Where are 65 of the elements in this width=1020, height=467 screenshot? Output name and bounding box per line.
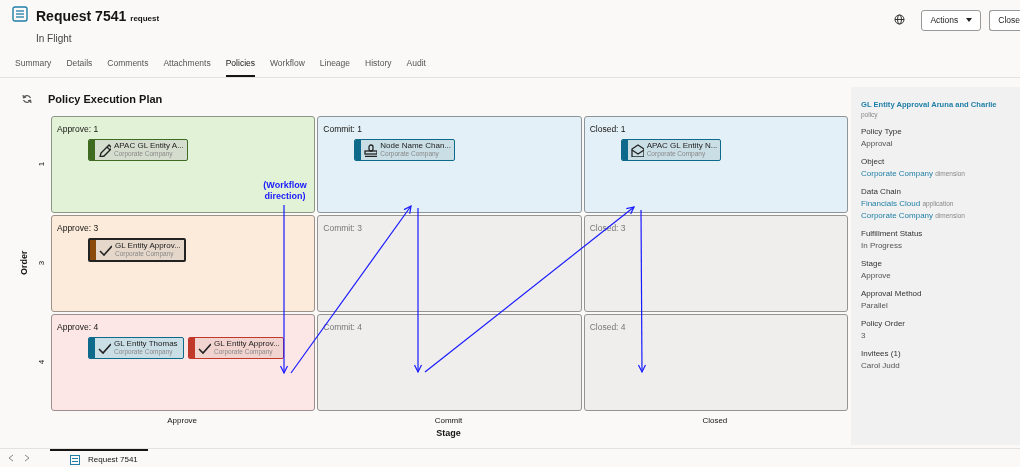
field-value: Carol Judd — [861, 361, 900, 371]
value-link[interactable]: Corporate Company — [861, 211, 934, 221]
axis-label: Closed — [702, 415, 728, 425]
axis-label: Commit — [434, 415, 463, 425]
field-value: Approve — [861, 271, 891, 281]
axis-title: Stage — [436, 427, 461, 438]
request-tab[interactable]: Request 7541 — [50, 449, 148, 467]
field-label: Stage — [861, 258, 883, 271]
tab[interactable]: Policies — [225, 51, 255, 77]
axis-label: Approve — [167, 415, 198, 425]
tab[interactable]: Comments — [107, 51, 149, 77]
cell-title: Commit: 1 — [323, 123, 363, 134]
chip-title: APAC GL Entity A... — [114, 139, 184, 151]
cell-title: Approve: 1 — [57, 123, 99, 134]
envelope-icon — [629, 142, 644, 157]
chip-title: GL Entity Thomas — [114, 337, 178, 349]
tab[interactable]: Details — [66, 51, 93, 77]
tab[interactable]: Audit — [406, 51, 426, 77]
document-icon — [12, 6, 28, 22]
close-button[interactable]: Close — [989, 10, 1020, 31]
refresh-icon[interactable] — [22, 94, 32, 105]
field-value: Approval — [861, 139, 893, 149]
field-value: In Progress — [861, 241, 902, 251]
tab[interactable]: Lineage — [319, 51, 351, 77]
type-label: request — [130, 13, 160, 25]
cell-title: Closed: 4 — [589, 321, 626, 332]
cell-title: Approve: 4 — [57, 321, 99, 332]
axis-tick: 1 — [36, 161, 47, 167]
cell-title: Closed: 1 — [589, 123, 626, 134]
value-link[interactable]: Corporate Company — [861, 169, 934, 179]
document-icon — [70, 455, 80, 465]
value-link[interactable]: Financials Cloud — [861, 199, 921, 209]
back-icon[interactable] — [8, 454, 14, 462]
chip-title: APAC GL Entity N... — [646, 139, 718, 151]
axis-tick: 3 — [36, 260, 47, 266]
axis-title: Order — [17, 250, 30, 276]
tab[interactable]: History — [365, 51, 392, 77]
tab[interactable]: Summary — [15, 51, 52, 77]
annotation-text: (Workflow direction) — [262, 180, 308, 202]
stamp-icon — [363, 142, 378, 157]
chip-title: GL Entity Approv... — [214, 337, 280, 349]
page-title: Request 7541 — [36, 7, 127, 26]
cell-title: Approve: 3 — [57, 222, 99, 233]
field-value: Parallel — [861, 301, 888, 311]
tab[interactable]: Workflow — [270, 51, 305, 77]
field-label: Policy Order — [861, 318, 906, 331]
field-label: Policy Type — [861, 126, 903, 139]
field-label: Approval Method — [861, 288, 923, 301]
caret-icon — [966, 18, 973, 23]
section-title: Policy Execution Plan — [48, 92, 163, 107]
chip-title: Node Name Chan... — [380, 139, 452, 151]
axis-tick: 4 — [36, 359, 47, 365]
cell-title: Commit: 3 — [323, 222, 363, 233]
field-label: Invitees (1) — [861, 348, 902, 361]
field-label: Fulfillment Status — [861, 228, 924, 241]
globe-icon[interactable] — [894, 14, 906, 25]
forward-icon[interactable] — [24, 454, 30, 462]
actions-button[interactable]: Actions — [921, 10, 982, 31]
field-value: 3 — [861, 331, 866, 341]
tab[interactable]: Attachments — [163, 51, 211, 77]
field-label: Object — [861, 156, 886, 169]
field-label: Data Chain — [861, 186, 903, 199]
status-text: In Flight — [36, 32, 73, 46]
chip-title: GL Entity Approv... — [115, 239, 181, 251]
pencil-icon — [97, 142, 111, 157]
